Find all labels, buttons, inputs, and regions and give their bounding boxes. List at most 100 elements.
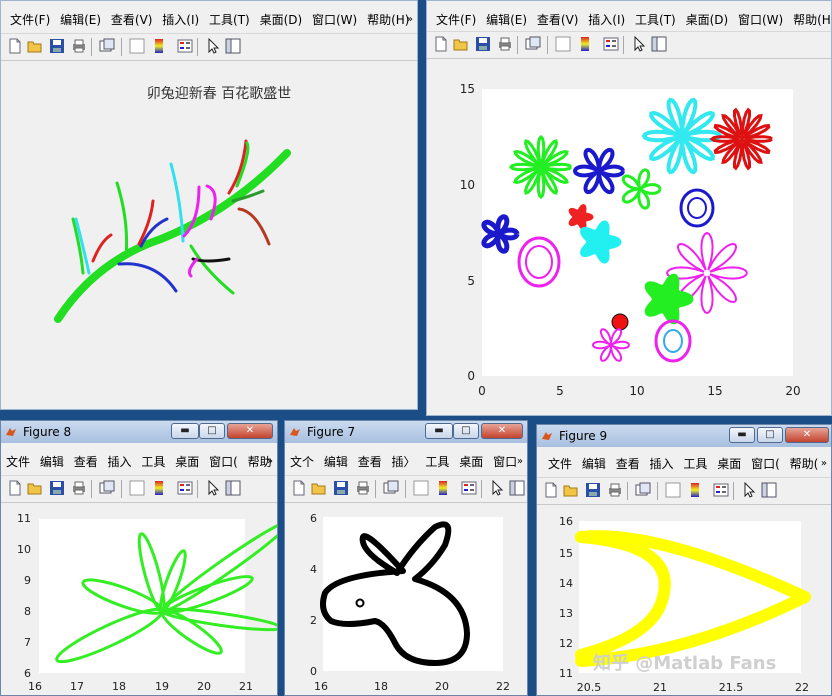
link-icon[interactable] [129, 480, 145, 496]
new-file-icon[interactable] [543, 482, 559, 498]
minimize-button[interactable]: ▬ [729, 427, 755, 443]
property-editor-icon[interactable] [761, 482, 777, 498]
open-folder-icon[interactable] [27, 480, 43, 496]
menu-file[interactable]: 文件(F) [433, 9, 479, 31]
print-preview-icon[interactable] [383, 480, 399, 496]
open-folder-icon[interactable] [563, 482, 579, 498]
close-button[interactable]: ✕ [481, 423, 523, 439]
minimize-button[interactable]: ▬ [425, 423, 453, 439]
new-file-icon[interactable] [7, 480, 23, 496]
select-arrow-icon[interactable] [631, 35, 647, 52]
menu-desktop[interactable]: 桌面(D) [683, 9, 732, 31]
menu-view[interactable]: 查看 [71, 451, 101, 473]
insert-legend-icon[interactable] [177, 480, 193, 496]
menu-help[interactable]: 帮助(H) [790, 9, 831, 31]
menu-desktop[interactable]: 桌面 [172, 451, 202, 473]
select-arrow-icon[interactable] [741, 481, 757, 498]
select-arrow-icon[interactable] [205, 37, 221, 54]
close-button[interactable]: ✕ [227, 423, 273, 439]
menu-tools[interactable]: 工具 [138, 451, 168, 473]
menu-view[interactable]: 查看 [355, 451, 385, 473]
select-arrow-icon[interactable] [489, 479, 505, 496]
menu-view[interactable]: 查看(V) [108, 9, 156, 31]
print-icon[interactable] [607, 482, 623, 498]
menu-insert[interactable]: 插入 [105, 451, 135, 473]
menu-edit[interactable]: 编辑(E) [57, 9, 104, 31]
insert-colorbar-icon[interactable] [151, 480, 167, 496]
menu-view[interactable]: 查看(V) [534, 9, 582, 31]
menu-edit[interactable]: 编辑 [579, 453, 609, 475]
link-icon[interactable] [555, 36, 571, 52]
insert-legend-icon[interactable] [713, 482, 729, 498]
open-folder-icon[interactable] [453, 36, 469, 52]
property-editor-icon[interactable] [225, 480, 241, 496]
menu-edit[interactable]: 编辑 [37, 451, 67, 473]
new-file-icon[interactable] [291, 480, 307, 496]
menu-tools[interactable]: 工具(T) [206, 9, 253, 31]
menu-tools[interactable]: 工具 [422, 451, 452, 473]
new-file-icon[interactable] [7, 38, 23, 54]
minimize-button[interactable]: ▬ [171, 423, 199, 439]
insert-legend-icon[interactable] [461, 480, 477, 496]
menu-window[interactable]: 窗口( [206, 451, 241, 473]
print-preview-icon[interactable] [525, 36, 541, 52]
save-icon[interactable] [475, 36, 491, 52]
open-folder-icon[interactable] [27, 38, 43, 54]
link-icon[interactable] [665, 482, 681, 498]
menu-edit[interactable]: 编辑 [321, 451, 351, 473]
property-editor-icon[interactable] [651, 36, 667, 52]
new-file-icon[interactable] [433, 36, 449, 52]
save-icon[interactable] [49, 38, 65, 54]
menu-insert[interactable]: 插入(I) [159, 9, 202, 31]
menu-help[interactable]: 帮助( [787, 453, 822, 475]
maximize-button[interactable]: □ [199, 423, 225, 439]
menu-file[interactable]: 文件 [545, 453, 575, 475]
menu-help[interactable]: 帮助 [524, 451, 528, 473]
menu-overflow-chevron-icon[interactable]: » [821, 453, 827, 475]
menu-insert[interactable]: 插入(I) [585, 9, 628, 31]
menu-help[interactable]: 帮助(H) [364, 9, 412, 31]
property-editor-icon[interactable] [509, 480, 525, 496]
insert-colorbar-icon[interactable] [435, 480, 451, 496]
print-icon[interactable] [497, 36, 513, 52]
insert-colorbar-icon[interactable] [577, 36, 593, 52]
menu-insert[interactable]: 插入 [647, 453, 677, 475]
link-icon[interactable] [129, 38, 145, 54]
menu-overflow-chevron-icon[interactable]: » [517, 451, 523, 473]
print-icon[interactable] [71, 38, 87, 54]
print-icon[interactable] [355, 480, 371, 496]
menu-window[interactable]: 窗口( [748, 453, 783, 475]
select-arrow-icon[interactable] [205, 479, 221, 496]
print-preview-icon[interactable] [99, 480, 115, 496]
menu-file[interactable]: 文个 [287, 451, 317, 473]
link-icon[interactable] [413, 480, 429, 496]
maximize-button[interactable]: □ [453, 423, 479, 439]
save-icon[interactable] [49, 480, 65, 496]
menu-desktop[interactable]: 桌面 [456, 451, 486, 473]
insert-colorbar-icon[interactable] [151, 38, 167, 54]
menu-view[interactable]: 查看 [613, 453, 643, 475]
menu-overflow-chevron-icon[interactable]: » [267, 451, 273, 473]
property-editor-icon[interactable] [225, 38, 241, 54]
menu-window[interactable]: 窗口(W) [735, 9, 786, 31]
save-icon[interactable] [585, 482, 601, 498]
menu-overflow-chevron-icon[interactable]: » [407, 9, 413, 31]
menu-edit[interactable]: 编辑(E) [483, 9, 530, 31]
print-icon[interactable] [71, 480, 87, 496]
maximize-button[interactable]: □ [757, 427, 783, 443]
menu-file[interactable]: 文件(F) [7, 9, 53, 31]
menu-desktop[interactable]: 桌面 [714, 453, 744, 475]
insert-legend-icon[interactable] [603, 36, 619, 52]
print-preview-icon[interactable] [99, 38, 115, 54]
menu-tools[interactable]: 工具 [680, 453, 710, 475]
menu-tools[interactable]: 工具(T) [632, 9, 679, 31]
menu-file[interactable]: 文件 [3, 451, 33, 473]
save-icon[interactable] [333, 480, 349, 496]
menu-window[interactable]: 窗口 [490, 451, 520, 473]
insert-legend-icon[interactable] [177, 38, 193, 54]
insert-colorbar-icon[interactable] [687, 482, 703, 498]
close-button[interactable]: ✕ [785, 427, 829, 443]
print-preview-icon[interactable] [635, 482, 651, 498]
menu-desktop[interactable]: 桌面(D) [257, 9, 306, 31]
open-folder-icon[interactable] [311, 480, 327, 496]
